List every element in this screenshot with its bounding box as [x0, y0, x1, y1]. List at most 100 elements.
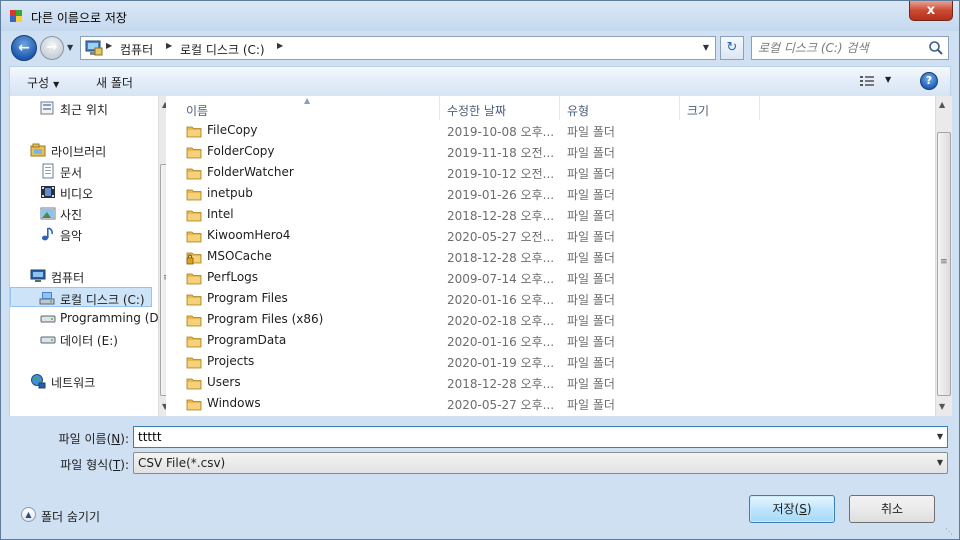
search-box[interactable]: [751, 36, 949, 60]
nav-item-computer[interactable]: 컴퓨터: [10, 266, 152, 286]
file-modified: 2018-12-28 오후...: [447, 209, 555, 223]
filetype-value: CSV File(*.csv): [138, 456, 226, 470]
filename-combobox[interactable]: ▼: [133, 426, 948, 448]
column-header-size[interactable]: 크기: [680, 96, 760, 120]
back-button[interactable]: ←: [11, 35, 37, 61]
file-row[interactable]: Intel 2018-12-28 오후... 파일 폴더: [166, 204, 936, 225]
file-name: FolderWatcher: [207, 165, 294, 179]
address-row: ← → ▼ ▶ 컴퓨터 ▶ 로컬 디스크 (C:) ▶ ▼ ↻: [1, 31, 959, 64]
change-view-button[interactable]: ▼: [859, 74, 899, 90]
file-row[interactable]: PerfLogs 2009-07-14 오후... 파일 폴더: [166, 267, 936, 288]
file-row[interactable]: ProgramData 2020-01-16 오후... 파일 폴더: [166, 330, 936, 351]
breadcrumb-separator-icon[interactable]: ▶: [106, 41, 112, 50]
filename-label-text: 파일 이름(: [58, 432, 112, 446]
file-row[interactable]: MSOCache 2018-12-28 오후... 파일 폴더: [166, 246, 936, 267]
nav-item-libraries[interactable]: 라이브러리: [10, 140, 152, 160]
nav-item-pictures[interactable]: 사진: [10, 203, 152, 223]
save-button[interactable]: 저장(S): [749, 495, 835, 523]
help-button[interactable]: ?: [920, 72, 938, 90]
nav-item-label: 로컬 디스크 (C:): [60, 293, 145, 307]
file-row[interactable]: Windows 2020-05-27 오후... 파일 폴더: [166, 393, 936, 414]
nav-item-label: 컴퓨터: [51, 271, 85, 285]
chevron-down-icon[interactable]: ▼: [937, 458, 943, 467]
file-type: 파일 폴더: [567, 272, 615, 286]
nav-item-videos[interactable]: 비디오: [10, 182, 152, 202]
file-row[interactable]: inetpub 2019-01-26 오후... 파일 폴더: [166, 183, 936, 204]
hide-folders-toggle[interactable]: ▲ 폴더 숨기기: [19, 505, 119, 525]
forward-button[interactable]: →: [40, 36, 64, 60]
file-row[interactable]: Projects 2020-01-19 오후... 파일 폴더: [166, 351, 936, 372]
nav-item-label: Programming (D: [60, 311, 159, 325]
address-bar[interactable]: ▶ 컴퓨터 ▶ 로컬 디스크 (C:) ▶ ▼: [80, 36, 716, 60]
filename-input[interactable]: [138, 429, 928, 445]
breadcrumb-separator-icon[interactable]: ▶: [166, 41, 172, 50]
file-type: 파일 폴더: [567, 314, 615, 328]
file-row[interactable]: Program Files (x86) 2020-02-18 오후... 파일 폴더: [166, 309, 936, 330]
breadcrumb-local-disk[interactable]: 로컬 디스크 (C:): [180, 41, 265, 58]
local-disk-icon: [39, 292, 55, 305]
scroll-up-icon[interactable]: ▲: [939, 100, 945, 109]
recent-pages-dropdown[interactable]: ▼: [67, 43, 73, 52]
file-list: 이름 ▲ 수정한 날짜 유형 크기 FileCopy 2019-10-08 오후.…: [166, 96, 952, 416]
close-button[interactable]: x: [909, 1, 953, 21]
file-row[interactable]: FolderCopy 2019-11-18 오전... 파일 폴더: [166, 141, 936, 162]
scrollbar-thumb[interactable]: ≡: [937, 132, 951, 396]
save-label-suffix: ): [806, 502, 812, 516]
sort-ascending-icon: ▲: [304, 96, 311, 105]
arrow-right-icon: →: [46, 40, 58, 55]
search-input[interactable]: [758, 40, 923, 56]
nav-pane-scrollbar[interactable]: ▲ ≡ ▼: [158, 96, 166, 416]
file-row[interactable]: FileCopy 2019-10-08 오후... 파일 폴더: [166, 120, 936, 141]
file-modified: 2019-11-18 오전...: [447, 146, 555, 160]
file-list-scrollbar[interactable]: ▲ ≡ ▼: [935, 96, 952, 416]
nav-item-recent-places[interactable]: 최근 위치: [10, 98, 152, 118]
column-header-name[interactable]: 이름 ▲: [166, 96, 440, 120]
new-folder-button[interactable]: 새 폴더: [96, 74, 133, 91]
column-header-modified[interactable]: 수정한 날짜: [440, 96, 560, 120]
arrow-left-icon: ←: [18, 40, 30, 56]
file-row[interactable]: Program Files 2020-01-16 오후... 파일 폴더: [166, 288, 936, 309]
save-as-dialog: 다른 이름으로 저장 x ← → ▼ ▶ 컴퓨터 ▶ 로컬 디스크 (C:) ▶…: [0, 0, 960, 540]
nav-item-local-disk[interactable]: 로컬 디스크 (C:): [10, 287, 152, 307]
nav-item-label: 라이브러리: [51, 145, 107, 159]
file-name: MSOCache: [207, 249, 272, 263]
music-icon: [42, 227, 53, 241]
locked-folder-icon: [186, 249, 202, 268]
address-dropdown-icon[interactable]: ▼: [703, 43, 709, 52]
nav-item-label: 최근 위치: [60, 103, 108, 117]
refresh-button[interactable]: ↻: [720, 36, 744, 60]
chevron-down-icon[interactable]: ▼: [937, 432, 943, 441]
file-name: Windows: [207, 396, 261, 410]
scroll-down-icon[interactable]: ▼: [939, 402, 945, 411]
nav-item-documents[interactable]: 문서: [10, 161, 152, 181]
breadcrumb-computer[interactable]: 컴퓨터: [120, 41, 153, 58]
file-type: 파일 폴더: [567, 251, 615, 265]
nav-item-network[interactable]: 네트워크: [10, 371, 152, 391]
column-header-type[interactable]: 유형: [560, 96, 680, 120]
file-modified: 2020-05-27 오후...: [447, 398, 555, 412]
cancel-button[interactable]: 취소: [849, 495, 935, 523]
folder-icon: [186, 396, 202, 415]
filetype-select[interactable]: CSV File(*.csv) ▼: [133, 452, 948, 474]
file-row[interactable]: KiwoomHero4 2020-05-27 오전... 파일 폴더: [166, 225, 936, 246]
nav-item-music[interactable]: 음악: [10, 224, 152, 244]
file-modified: 2018-12-28 오후...: [447, 377, 555, 391]
file-row[interactable]: FolderWatcher 2019-10-12 오전... 파일 폴더: [166, 162, 936, 183]
view-details-icon: [860, 76, 874, 86]
file-modified: 2019-10-12 오전...: [447, 167, 555, 181]
nav-item-data-drive[interactable]: 데이터 (E:): [10, 329, 152, 349]
file-modified: 2019-01-26 오후...: [447, 188, 555, 202]
resize-grip-icon[interactable]: ⋱: [945, 527, 953, 536]
libraries-icon: [30, 143, 46, 157]
breadcrumb-separator-icon[interactable]: ▶: [277, 41, 283, 50]
file-modified: 2009-07-14 오후...: [447, 272, 555, 286]
file-name: inetpub: [207, 186, 253, 200]
organize-button[interactable]: 구성 ▼: [27, 74, 59, 91]
file-row[interactable]: Users 2018-12-28 오후... 파일 폴더: [166, 372, 936, 393]
search-icon[interactable]: [928, 40, 944, 56]
recent-places-icon: [40, 101, 54, 115]
nav-item-programming-drive[interactable]: Programming (D: [10, 308, 159, 328]
file-modified: 2020-01-19 오후...: [447, 356, 555, 370]
column-label: 수정한 날짜: [447, 104, 507, 118]
folder-icon: [186, 312, 202, 331]
